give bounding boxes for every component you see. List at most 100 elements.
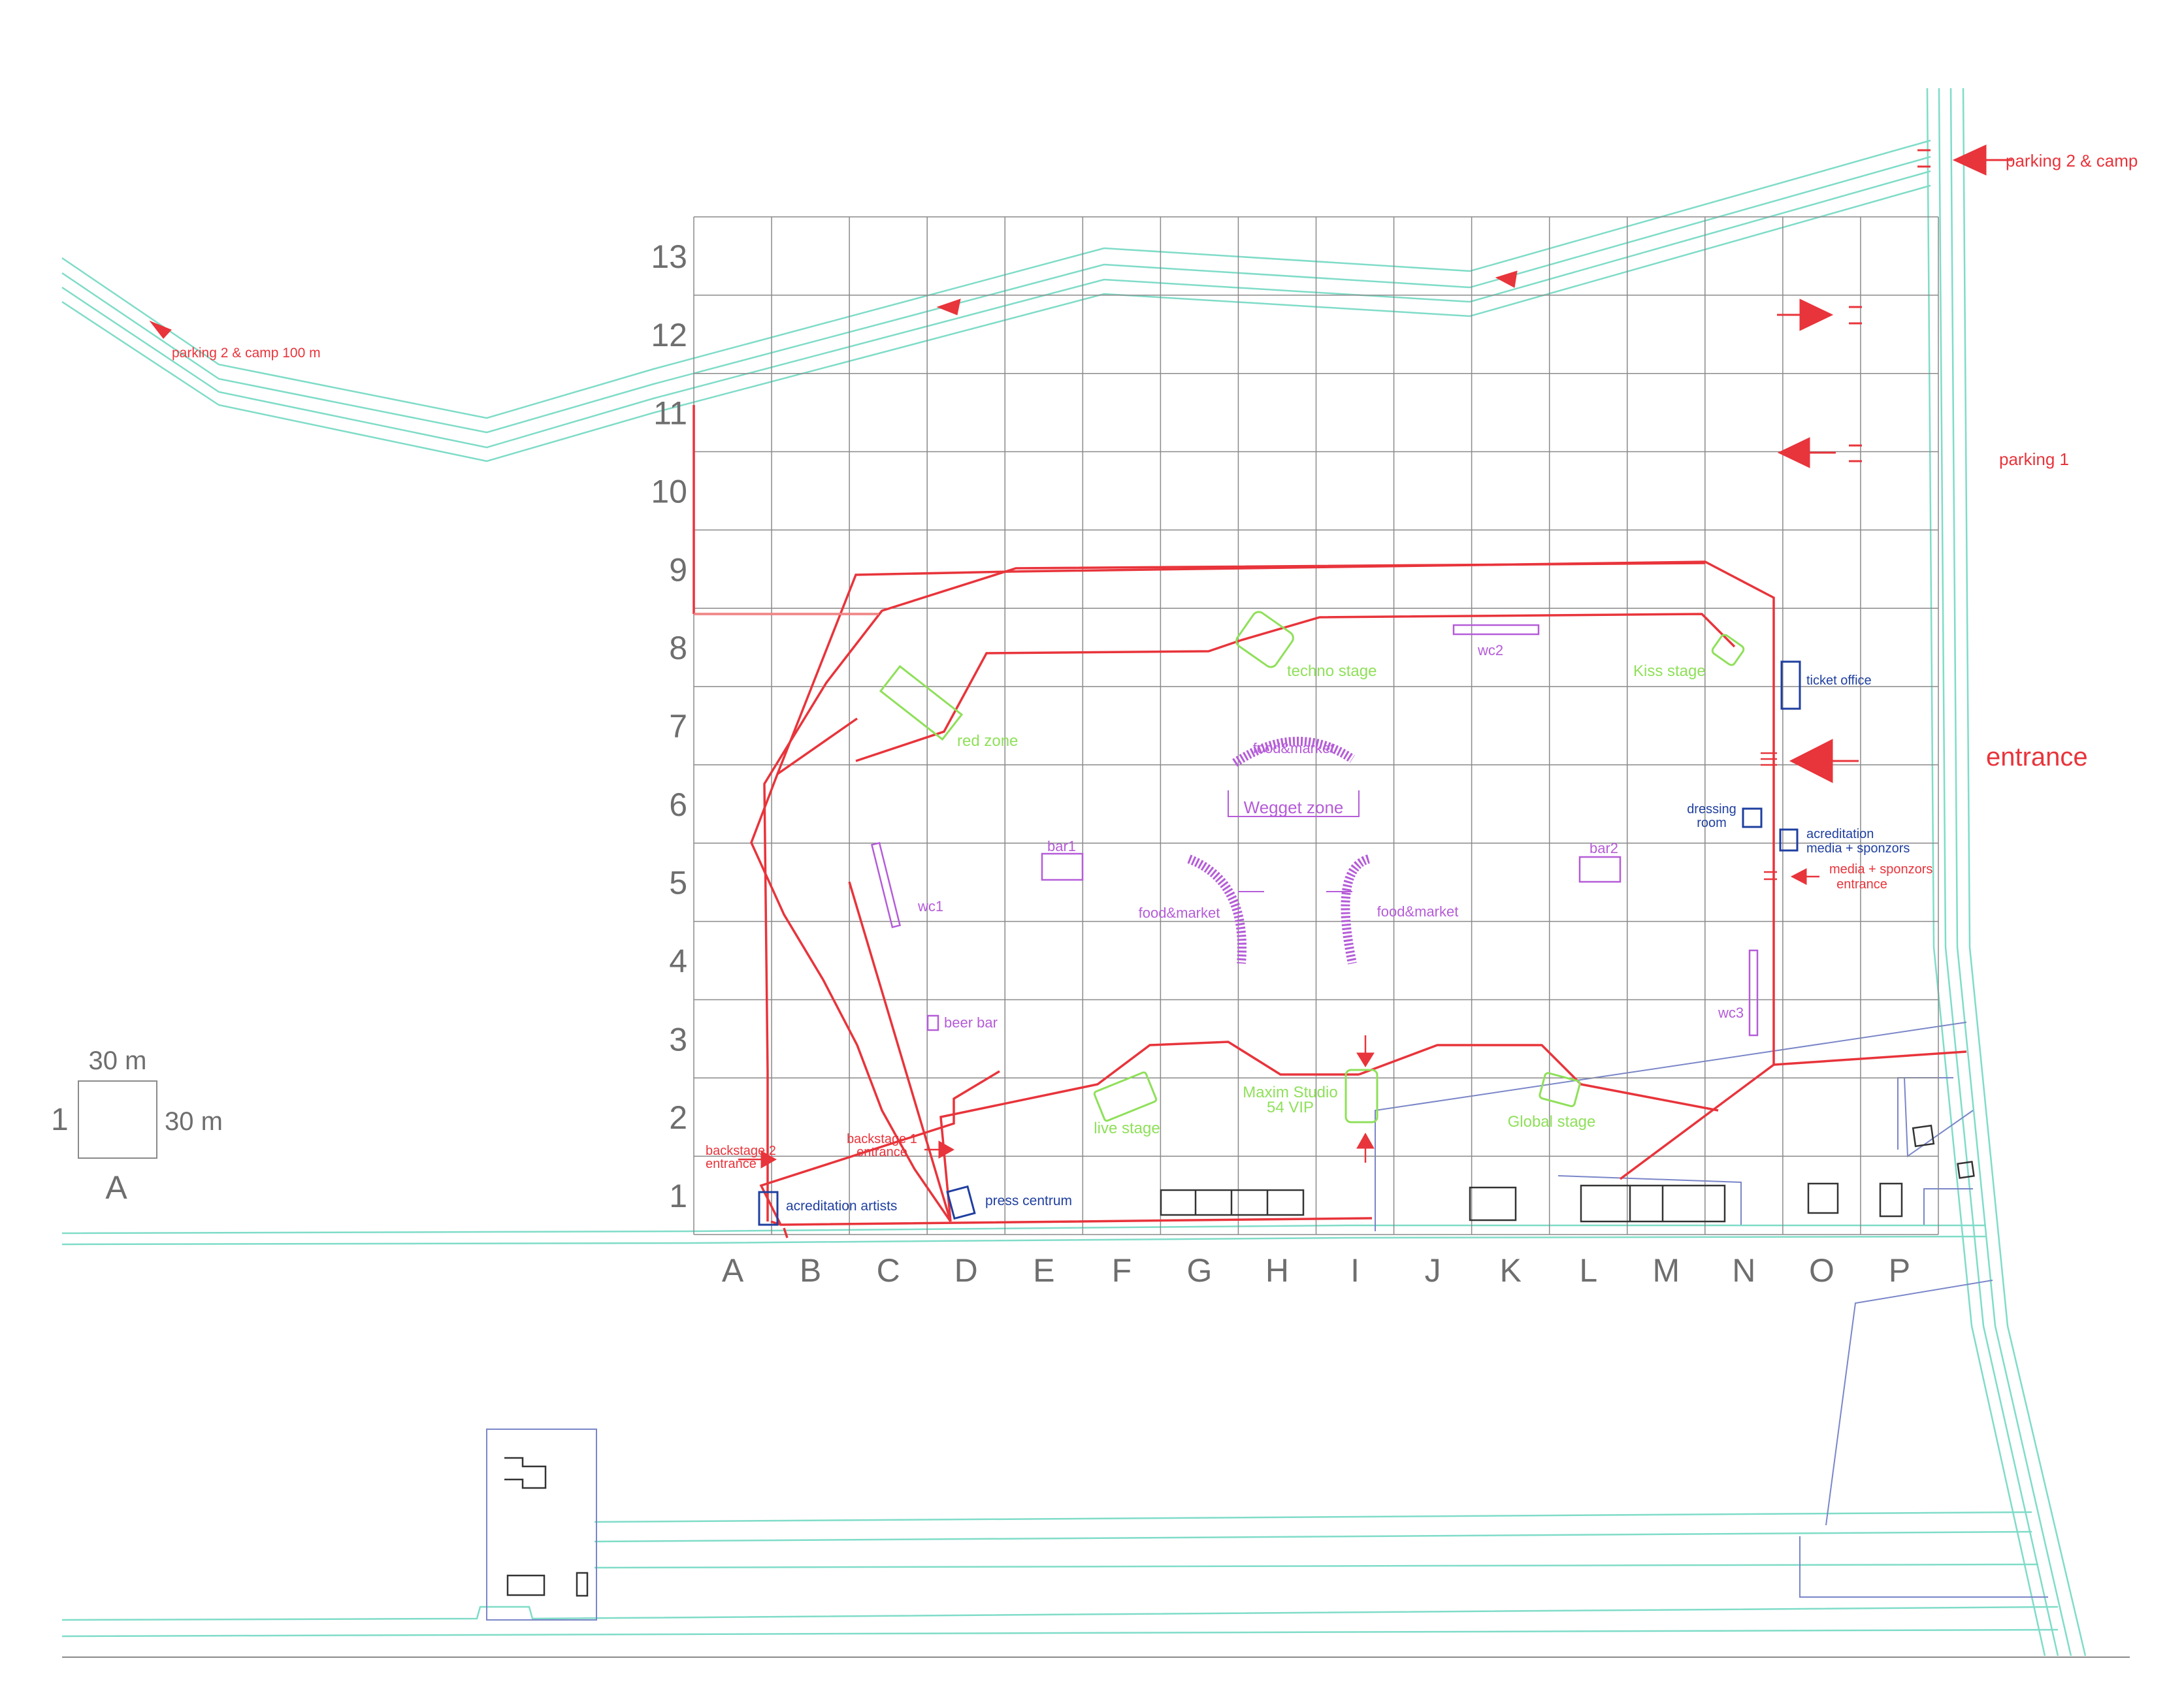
grid-column-label: O: [1809, 1252, 1834, 1289]
dressing-label-2: room: [1697, 816, 1727, 830]
global-stage-label: Global stage: [1508, 1113, 1596, 1131]
ticket-office-label: ticket office: [1806, 673, 1872, 688]
grid-column-label: J: [1425, 1252, 1441, 1289]
acred-media-label-2: media + sponzors: [1806, 841, 1910, 856]
backstage1-label-1: backstage 1: [847, 1132, 917, 1146]
beer-bar-label: beer bar: [944, 1014, 998, 1031]
vip-label: 54 VIP: [1267, 1099, 1314, 1116]
grid-row-label: 5: [669, 865, 687, 901]
scale-height-label: 30 m: [165, 1107, 223, 1136]
wc3-label: wc3: [1718, 1005, 1744, 1021]
arrow-road-mid: [936, 299, 961, 315]
grid-row-label: 1: [669, 1178, 687, 1214]
festival-site-map: A B C D E F G H I J K L M N O P 13 12 11 10 9 8 7 6 5 4 3 2 1 30 m …: [51, 88, 2138, 1658]
grid-row-label: 9: [669, 551, 687, 588]
grid-column-label: I: [1350, 1252, 1360, 1289]
wc3-shape: [1748, 949, 1759, 1037]
grid-row-label: 2: [669, 1099, 687, 1136]
grid-column-label: A: [722, 1252, 744, 1289]
red-zone-label: red zone: [957, 732, 1018, 750]
scale-column-label: A: [105, 1169, 127, 1206]
grid-column-label: L: [1579, 1252, 1597, 1289]
red-zone-area: [879, 665, 964, 741]
grid-column-label: E: [1033, 1252, 1054, 1289]
grid-row-label: 12: [651, 317, 687, 353]
building-p: [1879, 1182, 1903, 1218]
bar2-shape: [1578, 856, 1622, 883]
building-south-1: [504, 1457, 547, 1489]
roads: [61, 88, 2087, 1657]
building-l-m: [1580, 1184, 1726, 1223]
building-o: [1807, 1182, 1839, 1214]
grid-column-label: N: [1732, 1252, 1755, 1289]
arrow-media-entrance: [1790, 868, 1807, 885]
grid-column-labels: A B C D E F G H I J K L M N O P: [722, 1252, 1910, 1289]
grid-row-label: 10: [651, 473, 687, 509]
grid-row-label: 7: [669, 708, 687, 745]
kiss-stage-shape: [1711, 634, 1745, 666]
scale-width-label: 30 m: [89, 1046, 147, 1075]
arrow-vip-top: [1356, 1052, 1375, 1067]
acred-media-label-1: acreditation: [1806, 827, 1874, 841]
arrow-vip-bottom: [1356, 1132, 1375, 1149]
arrow-backstage1: [938, 1140, 955, 1159]
dressing-room-shape: [1742, 807, 1763, 828]
bar1-label: bar1: [1047, 838, 1076, 854]
media-entrance-label-1: media + sponzors: [1829, 862, 1932, 877]
scale-square: [78, 1080, 157, 1159]
grid-column-label: K: [1499, 1252, 1521, 1289]
live-stage-label: live stage: [1094, 1120, 1160, 1137]
buildings: [504, 1124, 1975, 1597]
grid-column-label: P: [1889, 1252, 1910, 1289]
wc1-shape: [870, 841, 902, 929]
grid-column-label: C: [877, 1252, 900, 1289]
grid-row-label: 13: [651, 238, 687, 275]
scale-legend: 30 m 30 m 1 A: [51, 1046, 223, 1206]
arrow-road-left: [149, 320, 172, 339]
wc2-label: wc2: [1477, 642, 1503, 658]
building-p2: [1912, 1124, 1935, 1148]
grid-row-label: 8: [669, 630, 687, 666]
backstage2-label-2: entrance: [706, 1157, 757, 1171]
arrow-row12: [1799, 299, 1834, 331]
backstage1-label-2: entrance: [856, 1145, 907, 1159]
grid-row-label: 6: [669, 786, 687, 823]
wc1-label: wc1: [917, 898, 943, 914]
bar1-shape: [1041, 852, 1084, 881]
building-k: [1469, 1186, 1517, 1221]
food-market-left-label: food&market: [1139, 905, 1220, 921]
scale-row-label: 1: [51, 1103, 69, 1137]
building-south-2: [506, 1574, 546, 1596]
techno-stage-label: techno stage: [1287, 662, 1377, 680]
building-p3: [1957, 1161, 1975, 1179]
ticket-office-shape: [1780, 660, 1801, 710]
wegget-zone-label: Wegget zone: [1244, 798, 1344, 817]
grid-row-label: 4: [669, 943, 687, 980]
wc2-shape: [1452, 624, 1540, 636]
press-centrum-shape: [946, 1185, 976, 1220]
acred-artists-label: acreditation artists: [786, 1199, 897, 1214]
dressing-label-1: dressing: [1687, 802, 1736, 816]
bar2-label: bar2: [1589, 840, 1618, 856]
arrow-road-right: [1495, 270, 1518, 288]
building-south-3: [576, 1572, 589, 1597]
grid-row-labels: 13 12 11 10 9 8 7 6 5 4 3 2 1: [651, 238, 687, 1214]
backstage2-label-1: backstage 2: [706, 1144, 776, 1158]
grid-column-label: F: [1112, 1252, 1132, 1289]
food-market-right-shape: [1341, 854, 1371, 965]
parking-top-label: parking 2 & camp: [2006, 151, 2138, 170]
food-market-right-label: food&market: [1377, 903, 1459, 920]
entrance-label: entrance: [1986, 743, 2088, 771]
grid-row-label: 11: [653, 395, 687, 432]
kiss-stage-label: Kiss stage: [1633, 662, 1706, 680]
grid-column-label: D: [954, 1252, 978, 1289]
grid-row-label: 3: [669, 1021, 687, 1058]
food-market-top-label: food&market: [1253, 740, 1335, 756]
grid-column-label: B: [800, 1252, 821, 1289]
grid-column-label: G: [1186, 1252, 1212, 1289]
grid-column-label: M: [1652, 1252, 1680, 1289]
parking-left-label: parking 2 & camp 100 m: [172, 346, 321, 361]
grid-column-label: H: [1265, 1252, 1289, 1289]
arrow-entrance: [1789, 739, 1833, 783]
parking1-label: parking 1: [1999, 449, 2069, 469]
